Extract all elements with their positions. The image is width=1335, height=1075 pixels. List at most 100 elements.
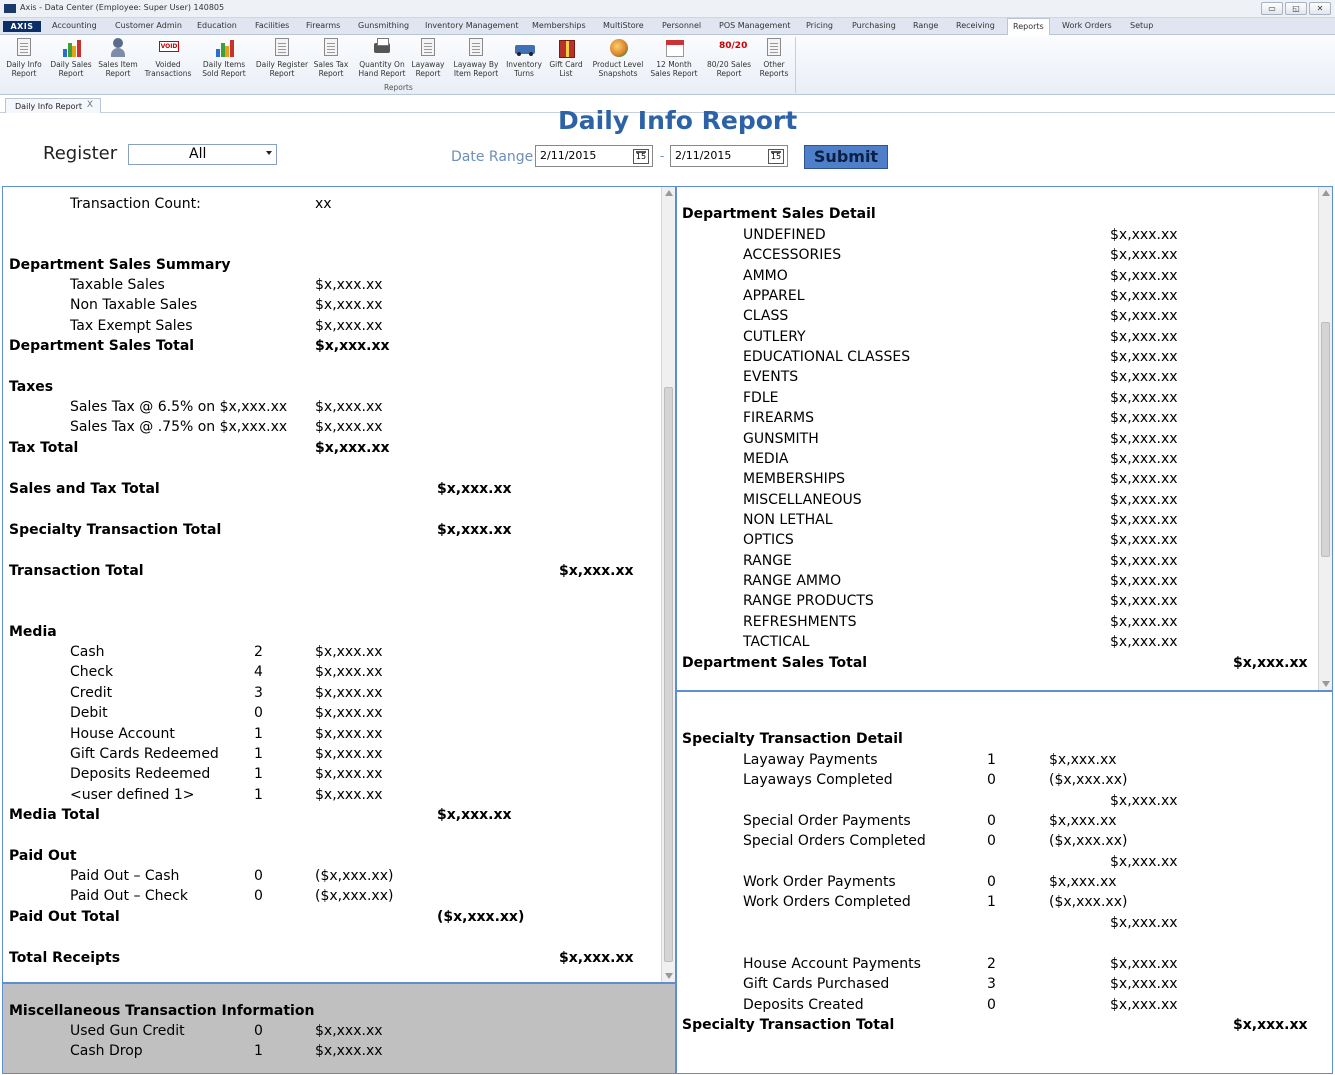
menu-item-purchasing[interactable]: Purchasing <box>852 21 896 30</box>
menu-item-reports[interactable]: Reports <box>1007 18 1050 36</box>
ribbon-button-other-reports[interactable]: Other Reports <box>757 37 791 83</box>
axis-logo: AXIS <box>3 21 41 32</box>
document-icon <box>764 37 784 59</box>
department-row-value: $x,xxx.xx <box>1110 593 1178 610</box>
ribbon-button-label: Sales Tax Report <box>313 60 349 78</box>
ribbon-button-product-level-snapshots[interactable]: Product Level Snapshots <box>591 37 645 83</box>
department-row-label: RANGE <box>743 552 792 569</box>
summary-row-value: $x,xxx.xx <box>315 277 383 293</box>
window-title-bar: Axis - Data Center (Employee: Super User… <box>0 0 1335 18</box>
menu-item-customer-admin[interactable]: Customer Admin <box>115 21 182 30</box>
ribbon-button-label: 12 Month Sales Report <box>650 60 698 78</box>
department-row-value: $x,xxx.xx <box>1110 552 1178 569</box>
register-select[interactable]: All <box>128 144 277 165</box>
ribbon-button-label: Other Reports <box>759 60 789 78</box>
media-row-count: 1 <box>254 746 263 762</box>
tax-row-label: Sales Tax @ .75% on $x,xxx.xx <box>70 419 288 436</box>
ribbon-group-label: Reports <box>384 83 413 92</box>
menu-item-pos-management[interactable]: POS Management <box>719 21 790 30</box>
sales-tax-total-label: Sales and Tax Total <box>9 481 160 497</box>
specialty-row-value: $x,xxx.xx <box>1049 813 1117 829</box>
restore-button[interactable]: ◱ <box>1285 2 1307 15</box>
ribbon-button-gift-card-list[interactable]: Gift Card List <box>547 37 585 83</box>
menu-item-facilities[interactable]: Facilities <box>255 21 289 30</box>
tab-label: Daily Info Report <box>15 102 82 111</box>
ribbon-button-sales-tax-report[interactable]: Sales Tax Report <box>312 37 350 83</box>
department-row-label: GUNSMITH <box>743 430 819 447</box>
close-button[interactable]: ✕ <box>1309 2 1331 15</box>
department-row-label: REFRESHMENTS <box>743 613 857 630</box>
scroll-up-icon[interactable] <box>1322 190 1330 196</box>
tab-close-icon[interactable]: X <box>87 100 93 110</box>
calendar-icon[interactable]: 15 <box>633 149 649 164</box>
menu-item-memberships[interactable]: Memberships <box>532 21 586 30</box>
department-summary-heading: Department Sales Summary <box>9 257 231 273</box>
media-row-value: $x,xxx.xx <box>315 786 383 803</box>
scroll-thumb[interactable] <box>1321 322 1330 557</box>
ribbon-button-daily-info-report[interactable]: Daily Info Report <box>4 37 44 83</box>
date-to-input[interactable]: 2/11/2015 15 <box>670 145 788 167</box>
department-row-label: OPTICS <box>743 532 794 549</box>
minimize-button[interactable]: ▭ <box>1261 2 1283 15</box>
media-row-label: <user defined 1> <box>70 786 195 803</box>
scroll-thumb[interactable] <box>664 387 673 962</box>
ribbon-button-layaway-report[interactable]: Layaway Report <box>410 37 446 83</box>
ribbon-button-daily-register-report[interactable]: Daily Register Report <box>254 37 310 83</box>
chevron-down-icon[interactable] <box>266 151 272 155</box>
department-row-value: $x,xxx.xx <box>1110 634 1178 650</box>
menu-item-firearms[interactable]: Firearms <box>306 21 340 30</box>
menu-item-work-orders[interactable]: Work Orders <box>1062 21 1112 30</box>
ribbon-button-daily-items-sold-report[interactable]: Daily Items Sold Report <box>200 37 248 83</box>
department-row-value: $x,xxx.xx <box>1110 511 1178 528</box>
department-detail-scrollbar[interactable] <box>1318 187 1332 690</box>
menu-item-multistore[interactable]: MultiStore <box>603 21 644 30</box>
scroll-up-icon[interactable] <box>665 190 673 196</box>
ribbon-button-80-20-sales-report[interactable]: 80/20 80/20 Sales Report <box>705 37 753 83</box>
menu-item-receiving[interactable]: Receiving <box>956 21 995 30</box>
department-row-label: CUTLERY <box>743 328 806 345</box>
department-row-value: $x,xxx.xx <box>1110 389 1178 406</box>
summary-scrollbar[interactable] <box>661 187 675 982</box>
ribbon-button-label: Layaway Report <box>411 60 445 78</box>
ribbon-button-quantity-on-hand-report[interactable]: Quantity On Hand Report <box>356 37 408 83</box>
menu-item-personnel[interactable]: Personnel <box>662 21 701 30</box>
paid-out-row-count: 0 <box>254 868 263 884</box>
summary-row-value: $x,xxx.xx <box>315 297 383 314</box>
ribbon-button-voided-transactions[interactable]: VOID Voided Transactions <box>144 37 192 83</box>
misc-row-value: $x,xxx.xx <box>315 1023 383 1039</box>
ribbon-button-inventory-turns[interactable]: Inventory Turns <box>505 37 543 83</box>
summary-row-label: Tax Exempt Sales <box>70 317 193 334</box>
ribbon-button-label: Product Level Snapshots <box>592 60 644 78</box>
menu-item-setup[interactable]: Setup <box>1130 21 1153 30</box>
date-from-input[interactable]: 2/11/2015 15 <box>535 145 653 167</box>
menu-item-pricing[interactable]: Pricing <box>806 21 833 30</box>
main-menu-bar: AXIS Accounting Customer Admin Education Fa… <box>0 18 1335 36</box>
specialty-row-label: Deposits Created <box>743 997 864 1013</box>
specialty-row-label: House Account Payments <box>743 956 921 972</box>
media-row-value: $x,xxx.xx <box>315 766 383 783</box>
ribbon-button-label: Gift Card List <box>549 60 583 78</box>
menu-item-education[interactable]: Education <box>197 21 237 30</box>
void-icon: VOID <box>159 41 179 52</box>
department-row-value: $x,xxx.xx <box>1110 572 1178 589</box>
tab-daily-info-report[interactable]: Daily Info Report X <box>5 98 101 113</box>
menu-item-range[interactable]: Range <box>913 21 938 30</box>
paid-out-row-count: 0 <box>254 888 263 905</box>
ribbon-button-12-month-sales-report[interactable]: 12 Month Sales Report <box>647 37 701 83</box>
document-icon <box>321 37 341 59</box>
specialty-row-label: Work Orders Completed <box>743 894 911 910</box>
menu-item-gunsmithing[interactable]: Gunsmithing <box>358 21 409 30</box>
scroll-down-icon[interactable] <box>665 973 673 979</box>
tax-total-label: Tax Total <box>9 440 79 456</box>
specialty-row-value: ($x,xxx.xx) <box>1049 894 1128 910</box>
ribbon-button-daily-sales-report[interactable]: Daily Sales Report <box>50 37 92 83</box>
menu-item-inventory-management[interactable]: Inventory Management <box>425 21 518 30</box>
menu-item-accounting[interactable]: Accounting <box>52 21 97 30</box>
submit-button[interactable]: Submit <box>804 145 888 169</box>
specialty-detail-panel: Specialty Transaction Detail Layaway Paym… <box>676 691 1333 1074</box>
calendar-icon[interactable]: 15 <box>768 149 784 164</box>
media-total-label: Media Total <box>9 807 100 823</box>
ribbon-button-layaway-by-item-report[interactable]: Layaway By Item Report <box>452 37 500 83</box>
scroll-down-icon[interactable] <box>1322 681 1330 687</box>
ribbon-button-sales-item-report[interactable]: Sales Item Report <box>96 37 140 83</box>
